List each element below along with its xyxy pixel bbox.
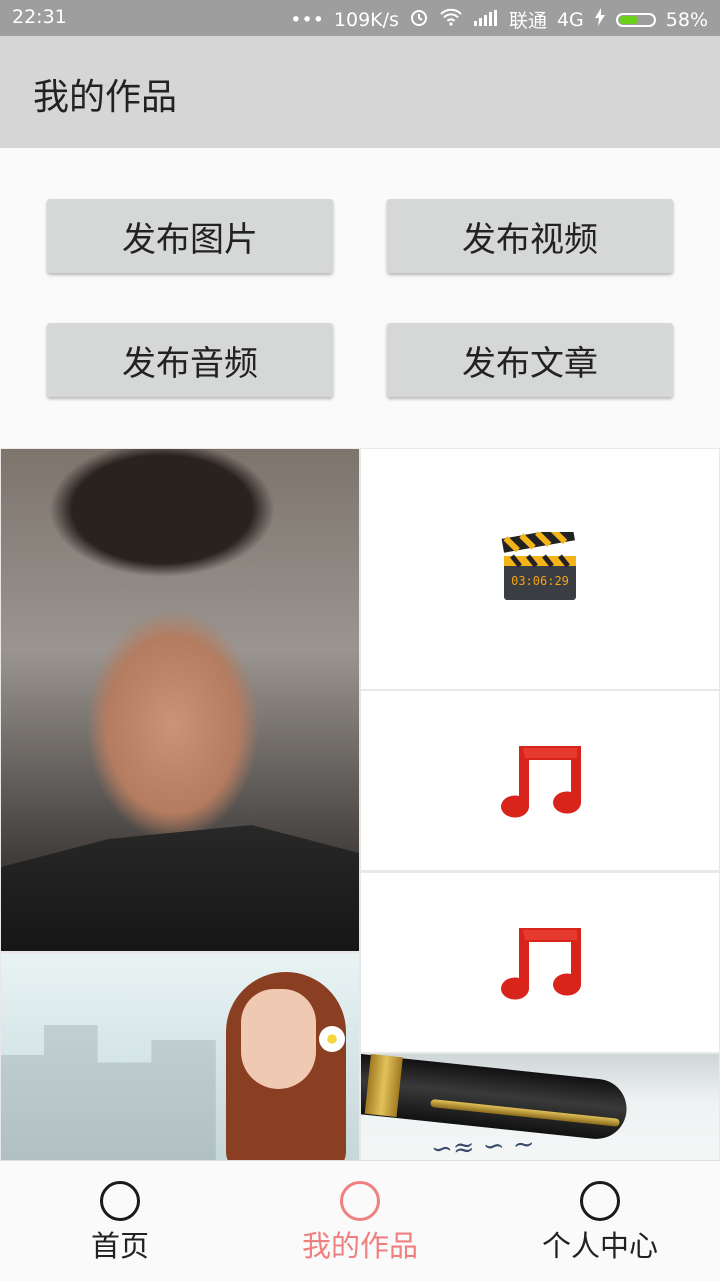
- bottom-nav: 首页 我的作品 个人中心: [0, 1160, 720, 1281]
- status-bar: 22:31 ••• 109K/s 联通 4G 58%: [0, 0, 720, 36]
- photo-detail: [1, 825, 359, 951]
- alarm-icon: [409, 7, 429, 32]
- photo-detail: [364, 1054, 403, 1118]
- nav-item-home[interactable]: 首页: [0, 1161, 240, 1281]
- work-item-video[interactable]: 03:06:29: [361, 449, 719, 689]
- page-title: 我的作品: [33, 77, 178, 118]
- work-item-pen-photo[interactable]: ∽≈ ∽ ∼: [361, 1054, 719, 1160]
- work-item-audio[interactable]: [361, 873, 719, 1052]
- battery-icon: [615, 12, 656, 27]
- nav-label: 我的作品: [301, 1229, 418, 1263]
- photo-detail: [319, 1026, 345, 1052]
- wifi-icon: [439, 8, 463, 31]
- clapper-timer-text: 03:06:29: [511, 574, 569, 588]
- music-note-icon: [501, 927, 582, 1000]
- works-grid: 03:06:29 ∽≈ ∽ ∼: [0, 448, 720, 1160]
- work-item-woman-photo[interactable]: [1, 954, 359, 1160]
- music-note-icon: [501, 745, 582, 818]
- network-speed: 109K/s: [333, 8, 399, 31]
- battery-percent: 58%: [665, 8, 708, 31]
- photo-detail: [241, 989, 316, 1089]
- photo-detail: ∽≈ ∽ ∼: [430, 1129, 536, 1160]
- nav-label: 首页: [90, 1229, 149, 1263]
- carrier-name: 联通: [508, 10, 547, 32]
- app-bar: 我的作品: [0, 36, 720, 148]
- publish-video-button[interactable]: 发布视频: [387, 199, 673, 273]
- nav-item-my-works[interactable]: 我的作品: [240, 1161, 480, 1281]
- work-item-man-photo[interactable]: [1, 449, 359, 951]
- publish-image-button[interactable]: 发布图片: [47, 199, 333, 273]
- nav-label: 个人中心: [541, 1229, 658, 1263]
- circle-icon: [340, 1181, 380, 1221]
- status-right: ••• 109K/s 联通 4G 58%: [290, 6, 708, 33]
- battery-fill: [618, 15, 639, 24]
- nav-item-profile[interactable]: 个人中心: [480, 1161, 720, 1281]
- clapperboard-icon: 03:06:29: [501, 532, 576, 600]
- publish-article-button[interactable]: 发布文章: [387, 323, 673, 397]
- signal-icon: [473, 9, 499, 31]
- circle-icon: [100, 1181, 140, 1221]
- charging-icon: [594, 8, 606, 31]
- status-time: 22:31: [12, 6, 67, 28]
- photo-detail: [1, 1025, 216, 1160]
- work-item-audio[interactable]: [361, 691, 719, 870]
- circle-icon: [580, 1181, 620, 1221]
- publish-audio-button[interactable]: 发布音频: [47, 323, 333, 397]
- network-type: 4G: [556, 8, 584, 31]
- status-dots: •••: [290, 8, 324, 31]
